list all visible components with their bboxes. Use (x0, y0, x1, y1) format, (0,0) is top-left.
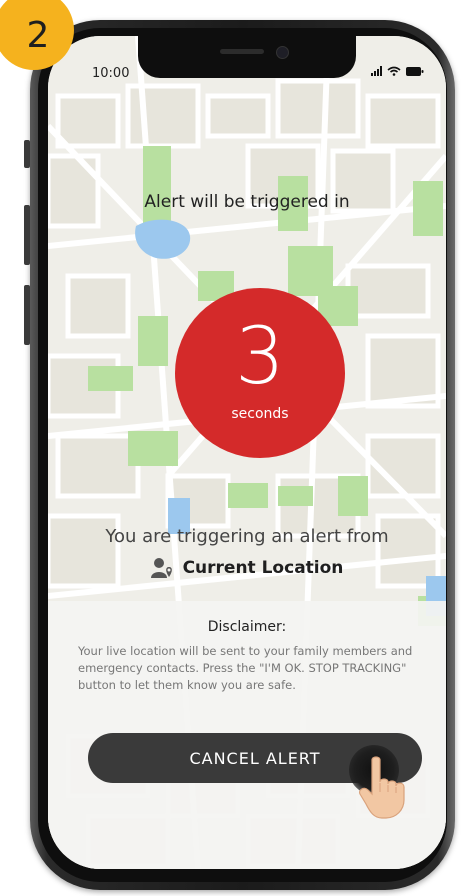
countdown-circle: 3 seconds (175, 288, 345, 458)
countdown-value: 3 (235, 312, 285, 402)
step-number: 2 (26, 14, 50, 56)
volume-down-button (24, 285, 30, 345)
countdown-unit: seconds (231, 406, 289, 422)
trigger-description: You are triggering an alert from (105, 526, 389, 547)
phone-screen: 10:00 Alert will be triggered in 3 secon… (48, 36, 446, 869)
disclaimer-title: Disclaimer: (207, 619, 287, 635)
phone-notch (138, 36, 356, 78)
mute-switch (24, 140, 30, 168)
front-camera (276, 46, 289, 59)
location-label: Current Location (182, 558, 344, 578)
disclaimer-sheet: Disclaimer: Your live location will be s… (48, 601, 446, 869)
disclaimer-text: Your live location will be sent to your … (78, 644, 413, 692)
status-bar-time: 10:00 (92, 66, 130, 81)
pointing-hand-icon (359, 756, 405, 819)
speaker-grille (220, 49, 264, 54)
battery-icon (406, 66, 424, 76)
user-location-icon (150, 558, 172, 578)
alert-heading: Alert will be triggered in (144, 192, 350, 212)
volume-up-button (24, 205, 30, 265)
wifi-icon (387, 66, 401, 76)
location-row: Current Location (48, 557, 446, 579)
signal-icon (371, 66, 382, 76)
status-bar-icons (371, 66, 424, 76)
